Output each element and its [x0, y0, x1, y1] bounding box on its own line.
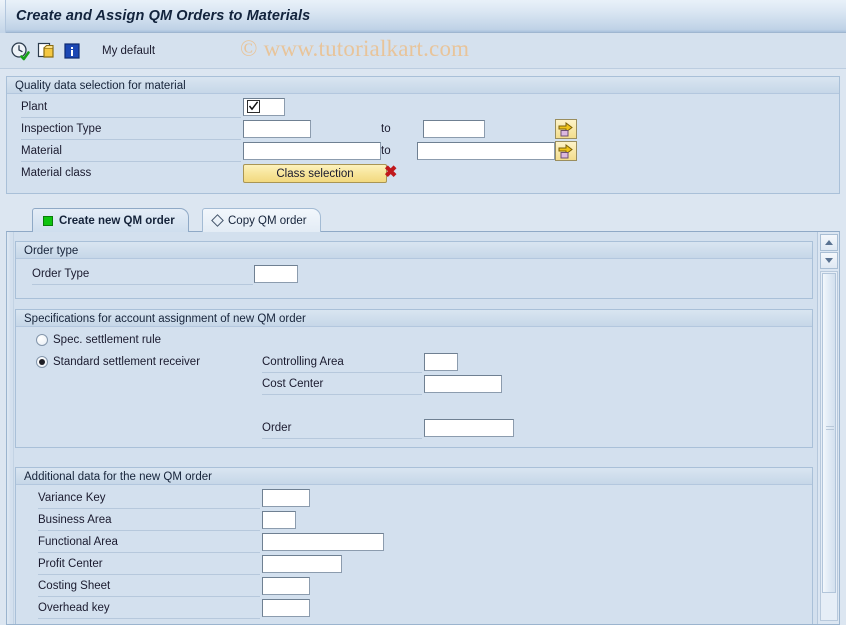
green-square-icon: [43, 215, 53, 226]
scroll-down-button[interactable]: [820, 252, 838, 269]
delete-class-selection-icon[interactable]: ✖: [384, 165, 397, 181]
order-input[interactable]: [424, 419, 514, 437]
controlling-area-label: Controlling Area: [262, 356, 344, 368]
cost-center-input[interactable]: [424, 375, 502, 393]
execute-clock-icon[interactable]: [10, 41, 30, 61]
controlling-area-input[interactable]: [424, 353, 458, 371]
page-title: Create and Assign QM Orders to Materials: [16, 8, 311, 24]
order-type-leader: [32, 284, 253, 285]
profit-center-input[interactable]: [262, 555, 342, 573]
radio-spec-settlement-rule-label: Spec. settlement rule: [53, 334, 162, 346]
overhead-key-leader: [38, 618, 260, 619]
variance-key-input[interactable]: [262, 489, 310, 507]
tab-copy-qm-order-label: Copy QM order: [228, 214, 307, 227]
business-area-label: Business Area: [38, 514, 112, 526]
material-leader: [21, 161, 241, 162]
radio-standard-settlement-receiver-label: Standard settlement receiver: [53, 356, 201, 368]
cost-center-leader: [262, 394, 422, 395]
copy-variant-icon[interactable]: [36, 41, 56, 61]
radio-button-off-icon: [36, 334, 48, 346]
order-leader: [262, 438, 422, 439]
material-from-input[interactable]: [243, 142, 381, 160]
specifications-group: Specifications for account assignment of…: [15, 309, 813, 448]
radio-standard-settlement-receiver[interactable]: Standard settlement receiver: [36, 356, 200, 368]
controlling-area-leader: [262, 372, 422, 373]
diamond-icon: [211, 214, 224, 227]
radio-spec-settlement-rule[interactable]: Spec. settlement rule: [36, 334, 161, 346]
order-type-group: Order type Order Type: [15, 241, 813, 299]
sap-application-window: Create and Assign QM Orders to Materials: [0, 0, 846, 625]
material-label: Material: [21, 145, 62, 157]
additional-data-group-title: Additional data for the new QM order: [16, 468, 812, 485]
inspection-type-from-input[interactable]: [243, 120, 311, 138]
overhead-key-label: Overhead key: [38, 602, 110, 614]
vertical-scrollbar[interactable]: [817, 232, 839, 624]
inspection-type-to-input[interactable]: [423, 120, 485, 138]
plant-multiple-selection-icon[interactable]: [247, 100, 260, 113]
my-default-label[interactable]: My default: [102, 45, 155, 57]
costing-sheet-label: Costing Sheet: [38, 580, 111, 592]
material-multiple-selection-button[interactable]: [555, 141, 577, 161]
functional-area-label: Functional Area: [38, 536, 118, 548]
tab-create-new-qm-order-label: Create new QM order: [59, 214, 175, 227]
class-selection-button[interactable]: Class selection: [243, 164, 387, 183]
chevron-down-icon: [825, 258, 833, 263]
order-type-group-title: Order type: [16, 242, 812, 259]
business-area-leader: [38, 530, 260, 531]
material-to-input[interactable]: [417, 142, 555, 160]
inspection-type-label: Inspection Type: [21, 123, 102, 135]
tab-strip: Create new QM order Copy QM order: [6, 208, 840, 232]
plant-leader: [21, 117, 241, 118]
tab-content-panel: Order type Order Type Specifications for…: [6, 231, 840, 625]
profit-center-leader: [38, 574, 260, 575]
variance-key-label: Variance Key: [38, 492, 106, 504]
costing-sheet-leader: [38, 596, 260, 597]
material-to-label: to: [381, 145, 391, 157]
material-class-label: Material class: [21, 167, 92, 179]
functional-area-leader: [38, 552, 260, 553]
order-type-input[interactable]: [254, 265, 298, 283]
info-icon[interactable]: [62, 41, 82, 61]
cost-center-label: Cost Center: [262, 378, 324, 390]
scroll-up-button[interactable]: [820, 234, 838, 251]
inspection-type-to-label: to: [381, 123, 391, 135]
order-type-label: Order Type: [32, 268, 90, 280]
variance-key-leader: [38, 508, 260, 509]
quality-data-selection-group: Quality data selection for material Plan…: [6, 76, 840, 194]
costing-sheet-input[interactable]: [262, 577, 310, 595]
application-toolbar: My default: [0, 33, 846, 69]
scrollbar-track[interactable]: [820, 271, 838, 621]
plant-label: Plant: [21, 101, 48, 113]
inspection-type-multiple-selection-button[interactable]: [555, 119, 577, 139]
tab-copy-qm-order[interactable]: Copy QM order: [202, 208, 321, 232]
specifications-group-title: Specifications for account assignment of…: [16, 310, 812, 327]
tab-scroll-view: Order type Order Type Specifications for…: [7, 232, 819, 624]
window-title-bar: Create and Assign QM Orders to Materials: [0, 0, 846, 33]
scrollbar-grip-icon: [826, 426, 834, 431]
tab-create-new-qm-order[interactable]: Create new QM order: [32, 208, 189, 232]
additional-data-group: Additional data for the new QM order Var…: [15, 467, 813, 624]
order-label: Order: [262, 422, 292, 434]
profit-center-label: Profit Center: [38, 558, 103, 570]
chevron-up-icon: [825, 240, 833, 245]
overhead-key-input[interactable]: [262, 599, 310, 617]
quality-data-selection-title: Quality data selection for material: [7, 77, 839, 94]
inspection-type-leader: [21, 139, 241, 140]
functional-area-input[interactable]: [262, 533, 384, 551]
business-area-input[interactable]: [262, 511, 296, 529]
scrollbar-thumb[interactable]: [822, 273, 836, 593]
radio-button-on-icon: [36, 356, 48, 368]
